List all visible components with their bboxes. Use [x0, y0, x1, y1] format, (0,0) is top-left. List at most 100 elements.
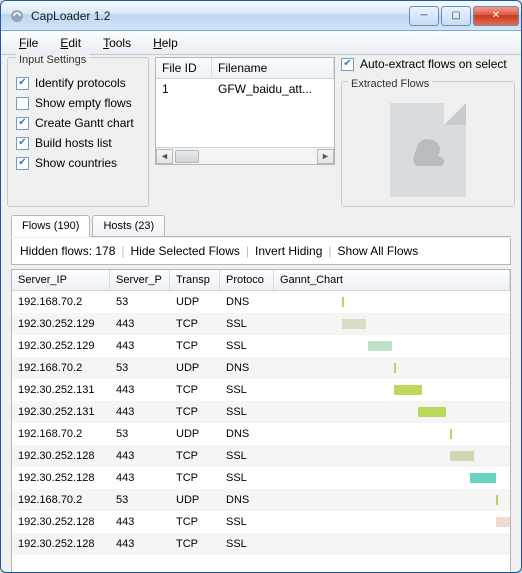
cell-port: 53: [110, 362, 170, 374]
file-list-panel: File ID Filename 1 GFW_baidu_att... ◄ ►: [155, 57, 335, 207]
cell-gantt: [274, 295, 510, 309]
tabstrip: Flows (190) Hosts (23): [1, 211, 521, 237]
cell-protocol: SSL: [220, 318, 274, 330]
cell-protocol: DNS: [220, 362, 274, 374]
cell-protocol: SSL: [220, 450, 274, 462]
menubar: File Edit Tools Help: [1, 31, 521, 55]
cell-ip: 192.30.252.128: [12, 472, 110, 484]
col-server-ip[interactable]: Server_IP: [12, 270, 110, 290]
checkbox-empty[interactable]: [16, 97, 29, 110]
table-row[interactable]: 192.168.70.253UDPDNS: [12, 291, 510, 313]
cell-port: 443: [110, 318, 170, 330]
cell-ip: 192.168.70.2: [12, 494, 110, 506]
menu-help[interactable]: Help: [143, 34, 188, 52]
table-row[interactable]: 192.30.252.128443TCPSSL: [12, 445, 510, 467]
cell-transport: TCP: [170, 450, 220, 462]
label-countries: Show countries: [35, 156, 117, 170]
table-row[interactable]: 192.30.252.131443TCPSSL: [12, 401, 510, 423]
maximize-button[interactable]: ▢: [441, 6, 471, 26]
cell-protocol: SSL: [220, 472, 274, 484]
gantt-bar: [470, 473, 496, 483]
cell-ip: 192.30.252.128: [12, 538, 110, 550]
table-row[interactable]: 192.30.252.131443TCPSSL: [12, 379, 510, 401]
label-auto-extract: Auto-extract flows on select: [360, 57, 507, 71]
table-row[interactable]: 192.30.252.128443TCPSSL: [12, 533, 510, 555]
cell-gantt: [274, 383, 510, 397]
checkbox-countries[interactable]: [16, 157, 29, 170]
label-hosts: Build hosts list: [35, 136, 112, 150]
table-row[interactable]: 192.30.252.128443TCPSSL: [12, 511, 510, 533]
cell-protocol: SSL: [220, 538, 274, 550]
file-list-scrollbar[interactable]: ◄ ►: [156, 147, 334, 164]
minimize-button[interactable]: ─: [409, 6, 439, 26]
scroll-right-icon[interactable]: ►: [317, 149, 334, 164]
cell-port: 443: [110, 406, 170, 418]
extracted-file-icon[interactable]: [390, 103, 466, 197]
scroll-thumb[interactable]: [175, 150, 199, 163]
cell-protocol: DNS: [220, 296, 274, 308]
table-row[interactable]: 192.168.70.253UDPDNS: [12, 489, 510, 511]
checkbox-auto-extract[interactable]: [341, 58, 354, 71]
table-row[interactable]: 192.168.70.253UDPDNS: [12, 423, 510, 445]
table-header: Server_IP Server_P Transp Protoco Gannt_…: [12, 270, 510, 291]
label-empty: Show empty flows: [35, 96, 132, 110]
scroll-left-icon[interactable]: ◄: [156, 149, 173, 164]
cell-port: 443: [110, 516, 170, 528]
col-gantt[interactable]: Gannt_Chart: [274, 270, 510, 290]
file-list[interactable]: File ID Filename 1 GFW_baidu_att... ◄ ►: [155, 57, 335, 165]
checkbox-identify[interactable]: [16, 77, 29, 90]
cell-transport: TCP: [170, 472, 220, 484]
checkbox-hosts[interactable]: [16, 137, 29, 150]
cell-port: 443: [110, 340, 170, 352]
hidden-flows-label: Hidden flows: 178: [20, 244, 115, 258]
input-settings-group: Input Settings Identify protocols Show e…: [7, 57, 149, 207]
cell-transport: UDP: [170, 494, 220, 506]
cell-ip: 192.30.252.128: [12, 516, 110, 528]
cell-port: 443: [110, 384, 170, 396]
input-settings-legend: Input Settings: [16, 54, 89, 66]
cell-ip: 192.30.252.131: [12, 406, 110, 418]
hide-selected-button[interactable]: Hide Selected Flows: [131, 244, 240, 258]
cell-protocol: DNS: [220, 428, 274, 440]
titlebar[interactable]: CapLoader 1.2 ─ ▢ ✕: [1, 1, 521, 31]
cell-gantt: [274, 449, 510, 463]
flows-table: Server_IP Server_P Transp Protoco Gannt_…: [11, 269, 511, 573]
cell-protocol: SSL: [220, 384, 274, 396]
close-button[interactable]: ✕: [473, 6, 519, 26]
cell-gantt: [274, 471, 510, 485]
table-row[interactable]: 192.30.252.129443TCPSSL: [12, 335, 510, 357]
cell-gantt: [274, 405, 510, 419]
menu-edit[interactable]: Edit: [50, 34, 91, 52]
gantt-bar: [368, 341, 392, 351]
label-gantt: Create Gantt chart: [35, 116, 134, 130]
col-protocol[interactable]: Protoco: [220, 270, 274, 290]
file-row[interactable]: 1 GFW_baidu_att...: [156, 79, 334, 99]
gantt-bar: [496, 517, 510, 527]
cell-transport: TCP: [170, 406, 220, 418]
gantt-bar: [450, 451, 474, 461]
cell-ip: 192.30.252.131: [12, 384, 110, 396]
col-transport[interactable]: Transp: [170, 270, 220, 290]
menu-tools[interactable]: Tools: [93, 34, 141, 52]
tab-hosts[interactable]: Hosts (23): [92, 215, 165, 237]
cell-port: 53: [110, 494, 170, 506]
gantt-bar: [342, 319, 366, 329]
cell-transport: TCP: [170, 340, 220, 352]
invert-hiding-button[interactable]: Invert Hiding: [255, 244, 322, 258]
cell-port: 443: [110, 472, 170, 484]
table-row[interactable]: 192.30.252.129443TCPSSL: [12, 313, 510, 335]
table-row[interactable]: 192.168.70.253UDPDNS: [12, 357, 510, 379]
cell-gantt: [274, 317, 510, 331]
tab-flows[interactable]: Flows (190): [11, 215, 90, 237]
cell-gantt: [274, 537, 510, 551]
col-filename[interactable]: Filename: [212, 58, 334, 78]
menu-file[interactable]: File: [9, 34, 48, 52]
cell-protocol: SSL: [220, 516, 274, 528]
checkbox-gantt[interactable]: [16, 117, 29, 130]
cell-transport: UDP: [170, 296, 220, 308]
window-title: CapLoader 1.2: [31, 9, 409, 23]
table-row[interactable]: 192.30.252.128443TCPSSL: [12, 467, 510, 489]
col-server-port[interactable]: Server_P: [110, 270, 170, 290]
show-all-button[interactable]: Show All Flows: [338, 244, 419, 258]
col-file-id[interactable]: File ID: [156, 58, 212, 78]
